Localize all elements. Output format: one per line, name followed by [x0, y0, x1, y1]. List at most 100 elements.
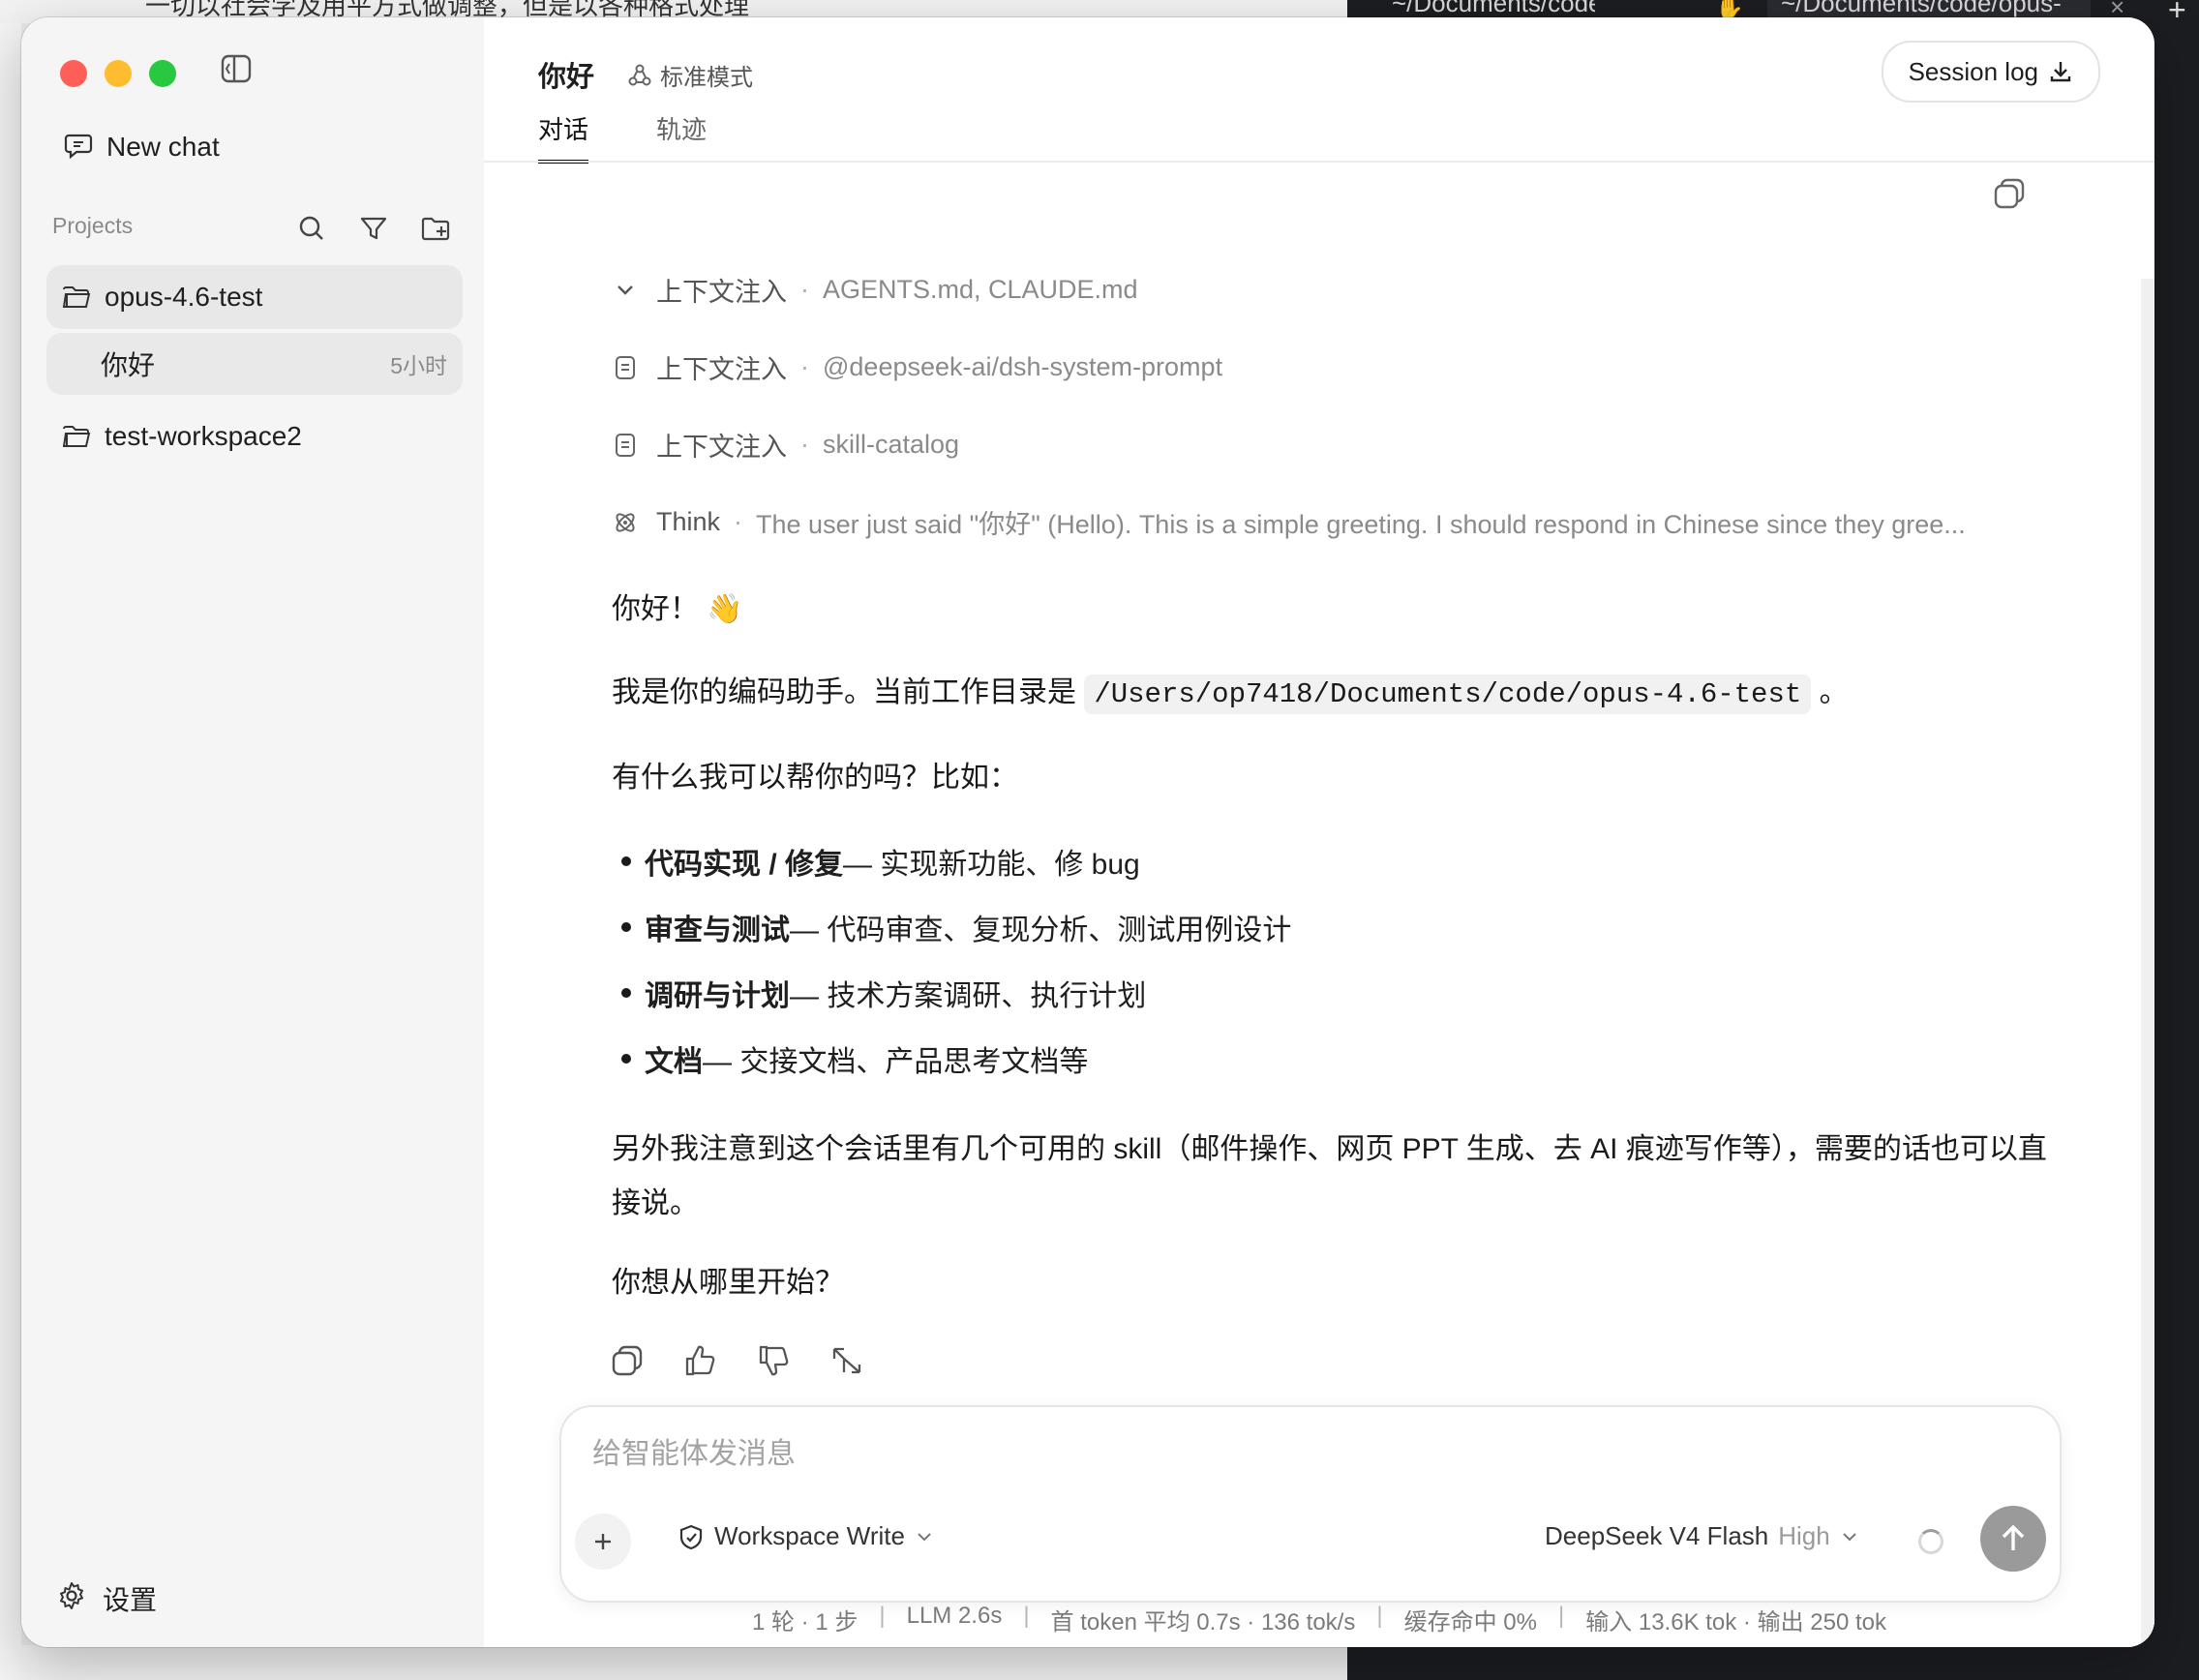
think-label: Think: [656, 507, 721, 536]
filter-icon[interactable]: [358, 213, 389, 244]
message-actions: [610, 1343, 865, 1378]
list-item: 审查与测试 — 代码审查、复现分析、测试用例设计: [612, 906, 1291, 948]
context-name: 上下文注入: [656, 355, 787, 384]
bullet-text: — 实现新功能、修 bug: [843, 849, 1140, 881]
model-name: DeepSeek V4 Flash: [1545, 1521, 1769, 1550]
reply-greeting: 你好！ 👋: [612, 585, 743, 627]
send-button[interactable]: [1980, 1506, 2046, 1572]
sidebar-toggle-icon[interactable]: [221, 54, 252, 83]
chevron-down-icon: [918, 1532, 931, 1541]
mode-indicator[interactable]: 标准模式: [627, 58, 753, 92]
bullet-bold: 审查与测试: [645, 915, 790, 946]
page-title: 你好: [538, 62, 595, 93]
bullet-bold: 代码实现 / 修复: [645, 849, 844, 881]
folder-icon: [62, 286, 91, 308]
separator: ·: [800, 352, 809, 381]
permission-dropdown[interactable]: Workspace Write: [678, 1521, 934, 1551]
message-input[interactable]: [590, 1425, 1949, 1485]
scrollbar[interactable]: [2141, 279, 2154, 1643]
stat-tokens: 输入 13.6K tok · 输出 250 tok: [1585, 1609, 1886, 1635]
think-row[interactable]: Think · The user just said "你好" (Hello).…: [612, 503, 1966, 541]
permission-label: Workspace Write: [714, 1521, 905, 1550]
tab-trace[interactable]: 轨迹: [656, 110, 707, 164]
intro-end: 。: [1819, 676, 1849, 708]
plus-icon: [595, 1534, 611, 1549]
chat-item[interactable]: 你好 5小时: [46, 333, 463, 395]
thumbs-up-icon[interactable]: [683, 1343, 718, 1378]
bullet-bold: 文档: [645, 1046, 703, 1078]
terminal-tab-label: ~/Documents/code/op: [1392, 0, 1595, 17]
project-item[interactable]: opus-4.6-test: [46, 265, 463, 329]
usage-stats: 1 轮 · 1 步 | LLM 2.6s | 首 token 平均 0.7s ·…: [484, 1603, 2154, 1636]
reply-closing: 你想从哪里开始？: [612, 1267, 844, 1299]
chat-bubble-icon: [64, 130, 93, 165]
bullet-dot: [621, 856, 631, 866]
model-dropdown[interactable]: DeepSeek V4 Flash High: [1545, 1521, 1859, 1551]
bullet-dot: [621, 1054, 631, 1064]
bullet-text: — 代码审查、复现分析、测试用例设计: [790, 915, 1292, 946]
tab-conversation[interactable]: 对话: [538, 110, 589, 164]
session-log-button[interactable]: Session log: [1881, 41, 2100, 103]
copy-icon[interactable]: [1992, 176, 2027, 211]
chat-time: 5小时: [390, 353, 447, 378]
list-item: 文档 — 交接文档、产品思考文档等: [612, 1037, 1088, 1080]
list-item: 代码实现 / 修复 — 实现新功能、修 bug: [612, 840, 1140, 883]
project-item[interactable]: test-workspace2: [46, 405, 463, 468]
separator: |: [1376, 1603, 1383, 1629]
mode-label: 标准模式: [660, 65, 753, 91]
intro-text: 我是你的编码助手。当前工作目录是: [612, 676, 1076, 708]
context-injection-row[interactable]: 上下文注入 · AGENTS.md, CLAUDE.md: [612, 271, 1138, 309]
separator: |: [1557, 1603, 1565, 1629]
search-icon[interactable]: [296, 213, 327, 244]
settings-button[interactable]: 设置: [56, 1579, 157, 1618]
background-strip: [21, 1645, 1347, 1680]
context-name: 上下文注入: [656, 433, 787, 462]
bullet-text: — 技术方案调研、执行计划: [790, 980, 1147, 1012]
add-attachment-button[interactable]: [575, 1514, 631, 1570]
thumbs-down-icon[interactable]: [757, 1343, 792, 1378]
new-folder-icon[interactable]: [420, 213, 451, 244]
loading-spinner-icon: [1918, 1529, 1943, 1554]
think-detail: The user just said "你好" (Hello). This is…: [756, 510, 1966, 539]
background-strip: [0, 23, 21, 1680]
separator: ·: [800, 275, 809, 304]
document-icon: [612, 354, 639, 381]
reply-note: 另外我注意到这个会话里有几个可用的 skill（邮件操作、网页 PPT 生成、去…: [612, 1133, 2047, 1219]
message-composer: Workspace Write DeepSeek V4 Flash High: [559, 1405, 2062, 1603]
branch-icon[interactable]: [830, 1343, 865, 1378]
separator: ·: [800, 430, 809, 459]
stat-llm: LLM 2.6s: [906, 1603, 1003, 1629]
context-detail: skill-catalog: [823, 430, 960, 459]
arrow-up-icon: [2002, 1524, 2025, 1550]
document-icon: [612, 432, 639, 459]
bullet-text: — 交接文档、产品思考文档等: [703, 1046, 1089, 1078]
main-panel: 你好 标准模式 对话 轨迹 Session log 上下文注入 · AGENTS…: [484, 17, 2154, 1647]
new-chat-label: New chat: [106, 132, 220, 162]
inline-code: /Users/op7418/Documents/code/opus-4.6-te…: [1084, 675, 1812, 714]
tab-bar: 对话 轨迹: [538, 110, 707, 164]
context-detail: AGENTS.md, CLAUDE.md: [823, 275, 1138, 304]
chevron-down-icon: [612, 277, 639, 304]
context-injection-row[interactable]: 上下文注入 · @deepseek-ai/dsh-system-prompt: [612, 348, 1222, 386]
terminal-tab-label: ~/Documents/code/opus-: [1781, 0, 2062, 17]
close-window-button[interactable]: [60, 60, 87, 87]
stat-first-token: 首 token 平均 0.7s · 136 tok/s: [1050, 1609, 1356, 1635]
new-chat-button[interactable]: New chat: [64, 126, 220, 168]
bullet-dot: [621, 988, 631, 998]
gear-icon: [56, 1580, 87, 1618]
bullet-bold: 调研与计划: [645, 980, 790, 1012]
settings-label: 设置: [103, 1585, 158, 1615]
zoom-window-button[interactable]: [149, 60, 176, 87]
copy-icon[interactable]: [610, 1343, 645, 1378]
separator: |: [1023, 1603, 1030, 1629]
project-name: opus-4.6-test: [105, 282, 263, 312]
bullet-dot: [621, 922, 631, 932]
stat-cache: 缓存命中 0%: [1403, 1609, 1537, 1635]
model-level: High: [1778, 1521, 1830, 1550]
context-injection-row[interactable]: 上下文注入 · skill-catalog: [612, 426, 959, 464]
shield-edit-icon: [679, 1524, 703, 1549]
minimize-window-button[interactable]: [105, 60, 132, 87]
projects-heading: Projects: [52, 213, 134, 238]
plus-icon[interactable]: +: [2168, 0, 2186, 28]
session-log-label: Session log: [1908, 56, 2038, 86]
